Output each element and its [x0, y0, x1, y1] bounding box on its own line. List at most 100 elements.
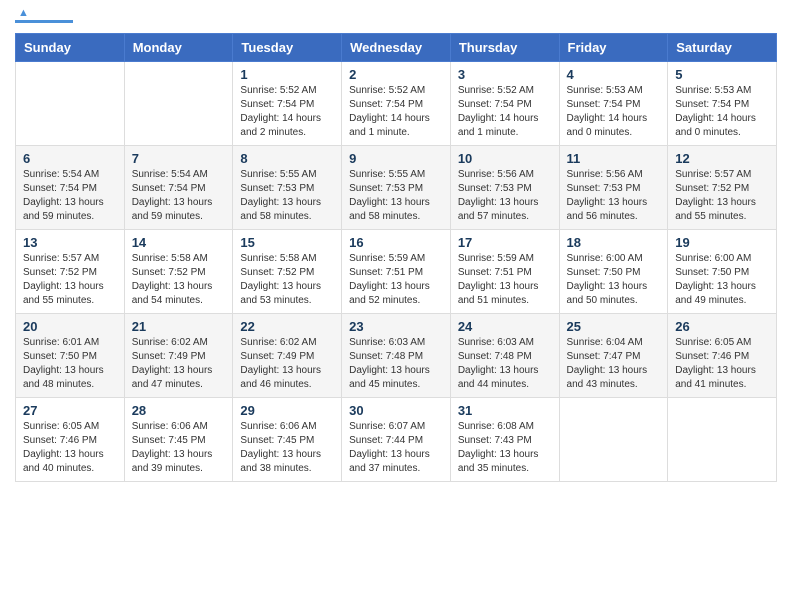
cell-info: Sunrise: 6:06 AM Sunset: 7:45 PM Dayligh…: [240, 420, 334, 476]
calendar-cell: 1 Sunrise: 5:52 AM Sunset: 7:54 PM Daylig…: [233, 62, 342, 146]
calendar-cell: 6 Sunrise: 5:54 AM Sunset: 7:54 PM Daylig…: [16, 146, 125, 230]
cell-info: Sunrise: 6:07 AM Sunset: 7:44 PM Dayligh…: [349, 420, 443, 476]
cell-info: Sunrise: 6:02 AM Sunset: 7:49 PM Dayligh…: [240, 336, 334, 392]
cell-info: Sunrise: 6:02 AM Sunset: 7:49 PM Dayligh…: [132, 336, 226, 392]
cell-info: Sunrise: 5:57 AM Sunset: 7:52 PM Dayligh…: [675, 168, 769, 224]
calendar-cell: [668, 398, 777, 482]
calendar-cell: 13 Sunrise: 5:57 AM Sunset: 7:52 PM Dayli…: [16, 230, 125, 314]
day-number: 8: [240, 151, 334, 166]
cell-info: Sunrise: 5:53 AM Sunset: 7:54 PM Dayligh…: [675, 84, 769, 140]
cell-info: Sunrise: 5:59 AM Sunset: 7:51 PM Dayligh…: [458, 252, 552, 308]
cell-info: Sunrise: 5:57 AM Sunset: 7:52 PM Dayligh…: [23, 252, 117, 308]
day-number: 3: [458, 67, 552, 82]
calendar-cell: [559, 398, 668, 482]
calendar-cell: 29 Sunrise: 6:06 AM Sunset: 7:45 PM Dayli…: [233, 398, 342, 482]
calendar-cell: 11 Sunrise: 5:56 AM Sunset: 7:53 PM Dayli…: [559, 146, 668, 230]
calendar-cell: 8 Sunrise: 5:55 AM Sunset: 7:53 PM Daylig…: [233, 146, 342, 230]
calendar-cell: 12 Sunrise: 5:57 AM Sunset: 7:52 PM Dayli…: [668, 146, 777, 230]
calendar-cell: 14 Sunrise: 5:58 AM Sunset: 7:52 PM Dayli…: [124, 230, 233, 314]
calendar-cell: 21 Sunrise: 6:02 AM Sunset: 7:49 PM Dayli…: [124, 314, 233, 398]
cell-info: Sunrise: 5:55 AM Sunset: 7:53 PM Dayligh…: [349, 168, 443, 224]
calendar-cell: 15Sunrise: 5:58 AM Sunset: 7:52 PM Dayli…: [233, 230, 342, 314]
calendar-cell: 2 Sunrise: 5:52 AM Sunset: 7:54 PM Daylig…: [342, 62, 451, 146]
day-number: 9: [349, 151, 443, 166]
day-number: 1: [240, 67, 334, 82]
day-number: 22: [240, 319, 334, 334]
calendar-cell: 25 Sunrise: 6:04 AM Sunset: 7:47 PM Dayli…: [559, 314, 668, 398]
cell-info: Sunrise: 5:55 AM Sunset: 7:53 PM Dayligh…: [240, 168, 334, 224]
calendar-cell: 7 Sunrise: 5:54 AM Sunset: 7:54 PM Daylig…: [124, 146, 233, 230]
calendar-cell: 16 Sunrise: 5:59 AM Sunset: 7:51 PM Dayli…: [342, 230, 451, 314]
calendar-cell: 28 Sunrise: 6:06 AM Sunset: 7:45 PM Dayli…: [124, 398, 233, 482]
calendar-cell: 20Sunrise: 6:01 AM Sunset: 7:50 PM Dayli…: [16, 314, 125, 398]
logo: ▲: [15, 15, 73, 23]
col-header-monday: Monday: [124, 34, 233, 62]
day-number: 4: [567, 67, 661, 82]
cell-info: Sunrise: 6:06 AM Sunset: 7:45 PM Dayligh…: [132, 420, 226, 476]
calendar-table: SundayMondayTuesdayWednesdayThursdayFrid…: [15, 33, 777, 482]
day-number: 14: [132, 235, 226, 250]
day-number: 6: [23, 151, 117, 166]
col-header-sunday: Sunday: [16, 34, 125, 62]
day-number: 28: [132, 403, 226, 418]
calendar-cell: 10 Sunrise: 5:56 AM Sunset: 7:53 PM Dayli…: [450, 146, 559, 230]
cell-info: Sunrise: 6:00 AM Sunset: 7:50 PM Dayligh…: [567, 252, 661, 308]
day-number: 21: [132, 319, 226, 334]
cell-info: Sunrise: 5:52 AM Sunset: 7:54 PM Dayligh…: [240, 84, 334, 140]
calendar-cell: 9 Sunrise: 5:55 AM Sunset: 7:53 PM Daylig…: [342, 146, 451, 230]
calendar-cell: 19 Sunrise: 6:00 AM Sunset: 7:50 PM Dayli…: [668, 230, 777, 314]
calendar-cell: [16, 62, 125, 146]
day-number: 12: [675, 151, 769, 166]
cell-info: Sunrise: 5:54 AM Sunset: 7:54 PM Dayligh…: [23, 168, 117, 224]
calendar-cell: 17 Sunrise: 5:59 AM Sunset: 7:51 PM Dayli…: [450, 230, 559, 314]
cell-info: Sunrise: 6:03 AM Sunset: 7:48 PM Dayligh…: [349, 336, 443, 392]
cell-info: Sunrise: 6:05 AM Sunset: 7:46 PM Dayligh…: [675, 336, 769, 392]
cell-info: Sunrise: 6:01 AM Sunset: 7:50 PM Dayligh…: [23, 336, 117, 392]
cell-info: Sunrise: 5:54 AM Sunset: 7:54 PM Dayligh…: [132, 168, 226, 224]
day-number: 10: [458, 151, 552, 166]
day-number: 27: [23, 403, 117, 418]
calendar-cell: 3Sunrise: 5:52 AM Sunset: 7:54 PM Daylig…: [450, 62, 559, 146]
day-number: 30: [349, 403, 443, 418]
cell-info: Sunrise: 6:03 AM Sunset: 7:48 PM Dayligh…: [458, 336, 552, 392]
calendar-cell: [124, 62, 233, 146]
day-number: 29: [240, 403, 334, 418]
calendar-cell: 22 Sunrise: 6:02 AM Sunset: 7:49 PM Dayli…: [233, 314, 342, 398]
day-number: 16: [349, 235, 443, 250]
calendar-cell: 5Sunrise: 5:53 AM Sunset: 7:54 PM Daylig…: [668, 62, 777, 146]
day-number: 24: [458, 319, 552, 334]
cell-info: Sunrise: 6:08 AM Sunset: 7:43 PM Dayligh…: [458, 420, 552, 476]
col-header-friday: Friday: [559, 34, 668, 62]
calendar-cell: 4 Sunrise: 5:53 AM Sunset: 7:54 PM Daylig…: [559, 62, 668, 146]
day-number: 18: [567, 235, 661, 250]
cell-info: Sunrise: 5:58 AM Sunset: 7:52 PM Dayligh…: [132, 252, 226, 308]
day-number: 17: [458, 235, 552, 250]
day-number: 26: [675, 319, 769, 334]
day-number: 23: [349, 319, 443, 334]
day-number: 19: [675, 235, 769, 250]
calendar-cell: 24 Sunrise: 6:03 AM Sunset: 7:48 PM Dayli…: [450, 314, 559, 398]
cell-info: Sunrise: 5:56 AM Sunset: 7:53 PM Dayligh…: [567, 168, 661, 224]
day-number: 15: [240, 235, 334, 250]
col-header-wednesday: Wednesday: [342, 34, 451, 62]
day-number: 11: [567, 151, 661, 166]
cell-info: Sunrise: 6:04 AM Sunset: 7:47 PM Dayligh…: [567, 336, 661, 392]
col-header-thursday: Thursday: [450, 34, 559, 62]
day-number: 7: [132, 151, 226, 166]
day-number: 2: [349, 67, 443, 82]
cell-info: Sunrise: 5:56 AM Sunset: 7:53 PM Dayligh…: [458, 168, 552, 224]
calendar-cell: 27 Sunrise: 6:05 AM Sunset: 7:46 PM Dayli…: [16, 398, 125, 482]
cell-info: Sunrise: 6:05 AM Sunset: 7:46 PM Dayligh…: [23, 420, 117, 476]
day-number: 31: [458, 403, 552, 418]
day-number: 13: [23, 235, 117, 250]
page-header: ▲: [15, 15, 777, 23]
cell-info: Sunrise: 5:52 AM Sunset: 7:54 PM Dayligh…: [349, 84, 443, 140]
cell-info: Sunrise: 6:00 AM Sunset: 7:50 PM Dayligh…: [675, 252, 769, 308]
col-header-saturday: Saturday: [668, 34, 777, 62]
calendar-cell: 23 Sunrise: 6:03 AM Sunset: 7:48 PM Dayli…: [342, 314, 451, 398]
cell-info: Sunrise: 5:53 AM Sunset: 7:54 PM Dayligh…: [567, 84, 661, 140]
day-number: 25: [567, 319, 661, 334]
calendar-cell: 30 Sunrise: 6:07 AM Sunset: 7:44 PM Dayli…: [342, 398, 451, 482]
col-header-tuesday: Tuesday: [233, 34, 342, 62]
cell-info: Sunrise: 5:59 AM Sunset: 7:51 PM Dayligh…: [349, 252, 443, 308]
